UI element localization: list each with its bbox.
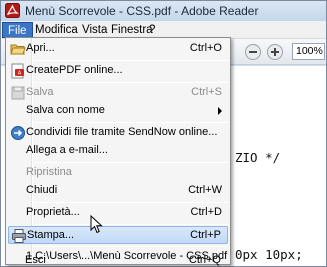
mouse-pointer-icon: [90, 215, 103, 234]
app-window: Menù Scorrevole - CSS.pdf - Adobe Reader…: [0, 0, 327, 267]
menu-item-salva[interactable]: Salva Ctrl+S: [8, 84, 228, 102]
zoom-in-button[interactable]: [267, 44, 283, 60]
menu-separator: [34, 202, 228, 203]
menu-item-chiudi[interactable]: Chiudi Ctrl+W: [8, 182, 228, 200]
submenu-arrow-icon: [218, 107, 222, 115]
adobe-reader-icon: [5, 3, 20, 18]
menu-item-stampa[interactable]: Stampa... Ctrl+P: [8, 226, 228, 244]
menu-item-apri[interactable]: Apri... Ctrl+O: [8, 40, 228, 58]
svg-text:A: A: [18, 71, 22, 77]
menu-item-salva-con-nome[interactable]: Salva con nome: [8, 102, 228, 120]
menu-help[interactable]: ?: [144, 22, 160, 38]
menu-separator: [34, 162, 228, 163]
file-menu-dropdown: Apri... Ctrl+O A CreatePDF online... Sal…: [5, 37, 231, 265]
menu-item-proprieta[interactable]: Proprietà... Ctrl+D: [8, 204, 228, 222]
sendnow-icon: [11, 126, 25, 140]
menu-separator: [34, 246, 228, 247]
menu-item-ripristina[interactable]: Ripristina: [8, 164, 228, 182]
printer-icon: [12, 229, 26, 243]
document-text-line: ZIO */: [235, 150, 281, 165]
document-text-line: 0px 10px;: [235, 247, 303, 262]
zoom-out-button[interactable]: [245, 44, 261, 60]
zoom-level-field[interactable]: 100%: [292, 43, 325, 60]
menu-separator: [34, 122, 228, 123]
window-title: Menù Scorrevole - CSS.pdf - Adobe Reader: [25, 4, 259, 18]
minus-icon: [249, 51, 257, 53]
menu-modifica[interactable]: Modifica: [30, 22, 83, 38]
plus-icon: [271, 48, 279, 56]
title-bar: Menù Scorrevole - CSS.pdf - Adobe Reader: [1, 1, 326, 21]
menu-separator: [34, 60, 228, 61]
menu-separator: [34, 82, 228, 83]
menu-item-condividi[interactable]: Condividi file tramite SendNow online...: [8, 124, 228, 142]
createpdf-icon: A: [11, 63, 24, 79]
menu-item-esci[interactable]: Esci Ctrl+Q: [7, 252, 227, 267]
save-disabled-icon: [11, 86, 25, 100]
open-folder-icon: [10, 44, 26, 55]
menu-file[interactable]: File: [2, 22, 33, 38]
menu-separator: [34, 224, 228, 225]
menu-item-allega-email[interactable]: Allega a e-mail...: [8, 142, 228, 160]
menu-item-createpdf[interactable]: A CreatePDF online...: [8, 62, 228, 80]
